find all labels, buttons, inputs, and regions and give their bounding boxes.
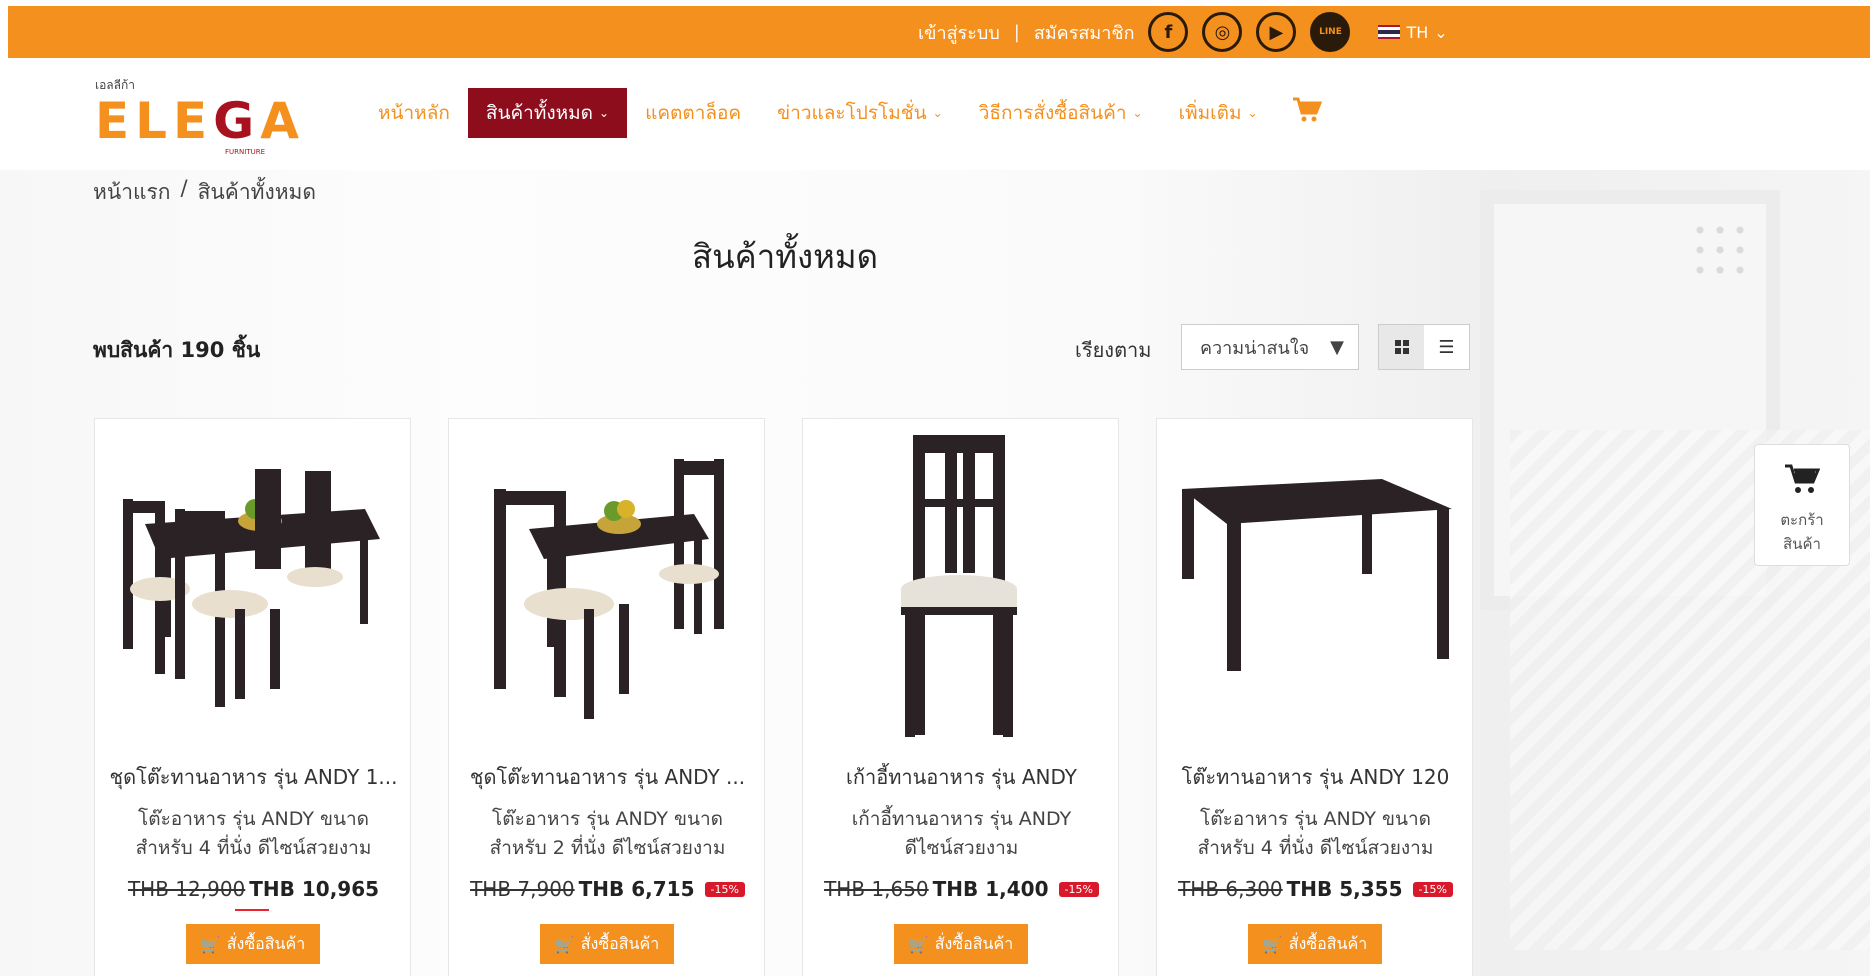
facebook-icon[interactable]: f: [1148, 12, 1189, 52]
product-image[interactable]: [813, 429, 1110, 749]
logo-subtext: FURNITURE: [225, 148, 266, 156]
product-name[interactable]: เก้าอี้ทานอาหาร รุ่น ANDY: [813, 761, 1110, 793]
login-link[interactable]: เข้าสู่ระบบ: [918, 18, 1000, 47]
price-underline: [235, 909, 269, 911]
nav-item-all-products[interactable]: สินค้าทั้งหมด ⌄: [467, 88, 628, 138]
nav-item-catalog[interactable]: แคตตาล็อค: [627, 88, 759, 138]
product-description: โต๊ะอาหาร รุ่น ANDY ขนาด สำหรับ 2 ที่นั่…: [489, 808, 726, 859]
breadcrumb-separator: /: [180, 176, 188, 200]
chevron-down-icon: ⌄: [932, 106, 943, 120]
product-grid: ชุดโต๊ะทานอาหาร รุ่น ANDY 1... โต๊ะอาหาร…: [94, 418, 1473, 976]
language-label: TH: [1406, 22, 1429, 42]
product-card[interactable]: โต๊ะทานอาหาร รุ่น ANDY 120 โต๊ะอาหาร รุ่…: [1156, 418, 1473, 976]
discount-badge: -15%: [1058, 881, 1099, 897]
product-description: เก้าอี้ทานอาหาร รุ่น ANDY ดีไซน์สวยงาม: [851, 808, 1072, 859]
buy-button[interactable]: 🛒 สั่งซื้อสินค้า: [186, 924, 320, 964]
product-card[interactable]: เก้าอี้ทานอาหาร รุ่น ANDY เก้าอี้ทานอาหา…: [802, 418, 1119, 976]
new-price: THB 1,400: [932, 877, 1049, 901]
product-price: THB 6,300 THB 5,355 -15%: [1157, 877, 1474, 901]
product-card[interactable]: ชุดโต๊ะทานอาหาร รุ่น ANDY 1... โต๊ะอาหาร…: [94, 418, 411, 976]
logo-wordmark: ELEGA: [95, 92, 305, 150]
product-image[interactable]: [459, 429, 756, 749]
list-view-icon[interactable]: ☰: [1424, 325, 1469, 369]
product-name[interactable]: โต๊ะทานอาหาร รุ่น ANDY 120: [1167, 761, 1464, 793]
register-link[interactable]: สมัครสมาชิก: [1034, 18, 1135, 47]
cart-icon: 🛒: [1262, 934, 1283, 954]
language-selector[interactable]: TH ⌄: [1378, 22, 1448, 42]
buy-button[interactable]: 🛒 สั่งซื้อสินค้า: [894, 924, 1028, 964]
instagram-icon[interactable]: ◎: [1202, 12, 1243, 52]
old-price: THB 12,900: [127, 877, 246, 901]
discount-badge: -15%: [704, 881, 745, 897]
top-bar-separator: |: [1013, 21, 1020, 43]
sort-label: เรียงตาม: [1075, 338, 1152, 362]
cart-icon: 🛒: [200, 934, 221, 954]
product-price: THB 12,900 THB 10,965: [95, 877, 412, 901]
new-price: THB 6,715: [578, 877, 695, 901]
top-bar: เข้าสู่ระบบ | สมัครสมาชิก f ◎ ▶ LINE TH …: [8, 6, 1870, 58]
main-header: เอลลีก้า ELEGA FURNITURE หน้าหลัก สินค้า…: [0, 58, 1870, 168]
main-nav: หน้าหลัก สินค้าทั้งหมด ⌄ แคตตาล็อค ข่าวแล…: [360, 88, 1338, 138]
nav-item-news-promotions[interactable]: ข่าวและโปรโมชั่น ⌄: [759, 88, 961, 138]
dropdown-arrow-icon: ▼: [1330, 336, 1344, 358]
discount-badge: -15%: [1412, 881, 1453, 897]
old-price: THB 1,650: [824, 877, 929, 901]
buy-button[interactable]: 🛒 สั่งซื้อสินค้า: [1248, 924, 1382, 964]
chevron-down-icon: ⌄: [1434, 22, 1448, 42]
product-description: โต๊ะอาหาร รุ่น ANDY ขนาด สำหรับ 4 ที่นั่…: [135, 808, 372, 859]
breadcrumb-home[interactable]: หน้าแรก: [93, 176, 171, 209]
elega-logo[interactable]: เอลลีก้า ELEGA FURNITURE: [95, 76, 335, 156]
new-price: THB 5,355: [1286, 877, 1403, 901]
product-name[interactable]: ชุดโต๊ะทานอาหาร รุ่น ANDY ...: [459, 761, 756, 793]
chevron-down-icon: ⌄: [1247, 106, 1258, 120]
breadcrumb: หน้าแรก / สินค้าทั้งหมด: [93, 176, 316, 209]
old-price: THB 6,300: [1178, 877, 1283, 901]
nav-item-home[interactable]: หน้าหลัก: [360, 88, 468, 138]
view-toggle: ☰: [1378, 324, 1470, 370]
line-icon[interactable]: LINE: [1310, 12, 1351, 52]
top-bar-links: เข้าสู่ระบบ | สมัครสมาชิก f ◎ ▶ LINE TH …: [918, 6, 1448, 58]
sort-select-value: ความน่าสนใจ: [1200, 337, 1310, 359]
cart-icon[interactable]: [1276, 96, 1338, 131]
old-price: THB 7,900: [470, 877, 575, 901]
product-card[interactable]: ชุดโต๊ะทานอาหาร รุ่น ANDY ... โต๊ะอาหาร …: [448, 418, 765, 976]
thai-flag-icon: [1378, 25, 1401, 39]
nav-item-more[interactable]: เพิ่มเติม ⌄: [1161, 88, 1276, 138]
product-description: โต๊ะอาหาร รุ่น ANDY ขนาด สำหรับ 4 ที่นั่…: [1197, 808, 1434, 859]
nav-item-how-to-order[interactable]: วิธีการสั่งซื้อสินค้า ⌄: [961, 88, 1161, 138]
floating-cart-label: ตะกร้า สินค้า: [1780, 511, 1824, 553]
breadcrumb-current: สินค้าทั้งหมด: [197, 180, 317, 204]
youtube-icon[interactable]: ▶: [1256, 12, 1297, 52]
sort-select[interactable]: ความน่าสนใจ ▼: [1181, 324, 1359, 370]
product-image[interactable]: [105, 429, 402, 749]
chevron-down-icon: ⌄: [1132, 106, 1143, 120]
product-price: THB 1,650 THB 1,400 -15%: [803, 877, 1120, 901]
new-price: THB 10,965: [249, 877, 380, 901]
chevron-down-icon: ⌄: [599, 106, 610, 120]
cart-icon: 🛒: [554, 934, 575, 954]
result-count: พบสินค้า 190 ชิ้น: [93, 338, 261, 362]
background-dots: [1690, 220, 1750, 280]
floating-cart-button[interactable]: ตะกร้า สินค้า: [1754, 444, 1850, 566]
product-name[interactable]: ชุดโต๊ะทานอาหาร รุ่น ANDY 1...: [105, 761, 402, 793]
cart-icon: 🛒: [908, 934, 929, 954]
grid-view-icon[interactable]: [1379, 325, 1424, 369]
product-price: THB 7,900 THB 6,715 -15%: [449, 877, 766, 901]
product-image[interactable]: [1167, 429, 1464, 749]
page-title: สินค้าทั้งหมด: [691, 237, 879, 276]
cart-icon: [1784, 463, 1821, 504]
buy-button[interactable]: 🛒 สั่งซื้อสินค้า: [540, 924, 674, 964]
